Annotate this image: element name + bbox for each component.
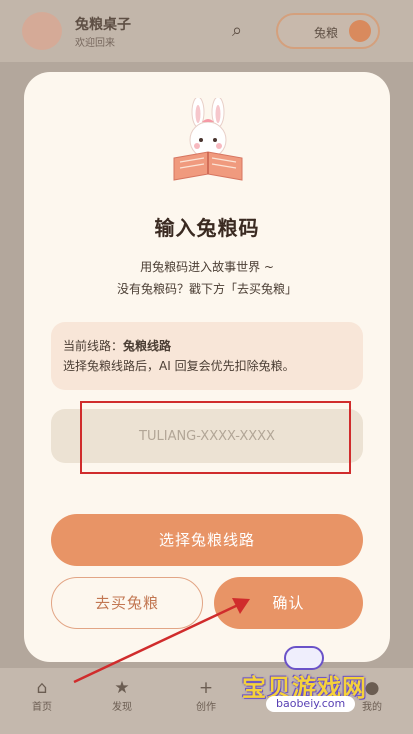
balance-pill-label: 兔粮	[314, 26, 339, 40]
tab-home[interactable]: ⌂ 首页	[22, 678, 62, 713]
select-route-button[interactable]: 选择兔粮线路	[51, 514, 363, 566]
buy-button[interactable]: 去买兔粮	[51, 577, 203, 629]
watermark-url: baobeiy.com	[266, 696, 356, 712]
code-dialog: 输入兔粮码 用兔粮码进入故事世界 ~ 没有兔粮码？戳下方「去买兔粮」 当前线路：…	[24, 72, 390, 662]
route-note: 选择兔粮线路后，AI 回复会优先扣除兔粮。	[63, 359, 295, 373]
route-name: 兔粮线路	[123, 339, 172, 353]
dialog-description-line1: 用兔粮码进入故事世界 ~	[140, 260, 274, 274]
tab-create-label: 创作	[196, 702, 216, 713]
code-input[interactable]	[51, 409, 363, 463]
star-icon: ★	[114, 678, 130, 698]
tab-home-label: 首页	[32, 702, 52, 713]
app-title: 兔粮桌子	[75, 17, 131, 33]
search-icon[interactable]: ⌕	[232, 20, 242, 41]
dialog-description-line2: 没有兔粮码？戳下方「去买兔粮」	[116, 282, 297, 296]
bunny-reading-icon	[173, 98, 243, 181]
tab-discover-label: 发现	[112, 702, 132, 713]
home-icon: ⌂	[36, 678, 48, 698]
app-logo	[22, 12, 62, 50]
balance-dot-icon	[349, 20, 371, 42]
plus-icon: +	[198, 678, 214, 698]
app-subtitle: 欢迎回来	[75, 38, 115, 49]
watermark: 宝贝游戏网 baobeiy.com	[236, 642, 386, 716]
confirm-button[interactable]: 确认	[214, 577, 363, 629]
tab-create[interactable]: + 创作	[186, 678, 226, 713]
dialog-title: 输入兔粮码	[154, 216, 260, 240]
route-info-box: 当前线路：兔粮线路 选择兔粮线路后，AI 回复会优先扣除兔粮。	[51, 322, 363, 390]
route-prefix: 当前线路：	[63, 339, 124, 353]
gamepad-icon	[284, 646, 324, 670]
tab-discover[interactable]: ★ 发现	[102, 678, 142, 713]
current-route: 当前线路：兔粮线路	[63, 336, 363, 356]
